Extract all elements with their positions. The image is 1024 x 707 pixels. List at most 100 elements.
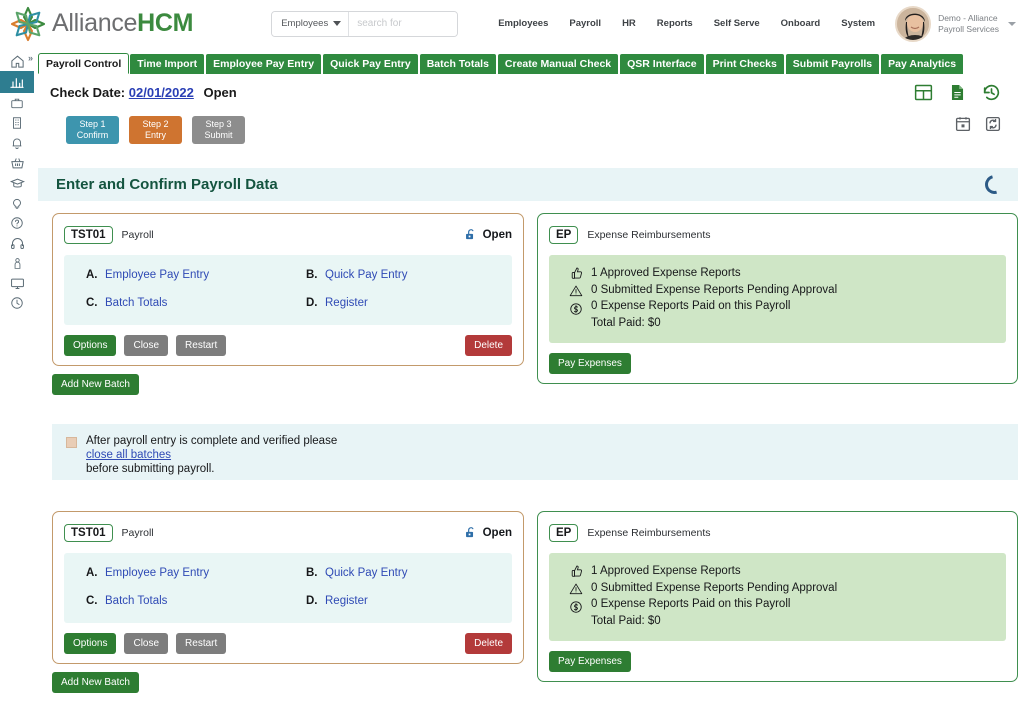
step-2-entry-button[interactable]: Step 2 Entry <box>129 116 182 144</box>
user-menu[interactable]: Demo - Alliance Payroll Services <box>895 5 1016 42</box>
step-3-line1: Step 3 <box>205 119 232 129</box>
link-register[interactable]: Register <box>325 297 368 309</box>
link-batch-totals[interactable]: Batch Totals <box>105 297 167 309</box>
close-all-batches-link[interactable]: close all batches <box>86 449 171 461</box>
tab-submit-payrolls[interactable]: Submit Payrolls <box>784 53 881 74</box>
expense-summary-panel: 1 Approved Expense Reports 0 Submitted E… <box>549 553 1006 641</box>
close-button[interactable]: Close <box>124 633 169 654</box>
nav-item-hr[interactable]: HR <box>622 18 636 29</box>
pay-expenses-button[interactable]: Pay Expenses <box>549 651 631 672</box>
search-scope-select[interactable]: Employees <box>272 11 350 36</box>
expense-card: EP Expense Reimbursements 1 Approved Exp… <box>537 511 1018 682</box>
history-clock-icon[interactable] <box>981 82 1002 103</box>
tab-payroll-control[interactable]: Payroll Control <box>38 53 130 74</box>
link-register[interactable]: Register <box>325 595 368 607</box>
nav-item-self-serve[interactable]: Self Serve <box>714 18 760 29</box>
graduation-cap-icon <box>9 178 25 187</box>
link-quick-pay-entry[interactable]: Quick Pay Entry <box>325 567 407 579</box>
expense-stat-paid: 0 Expense Reports Paid on this Payroll <box>591 598 791 610</box>
link-employee-pay-entry[interactable]: Employee Pay Entry <box>105 269 209 281</box>
expense-code-badge: EP <box>549 524 579 542</box>
expense-stat-approved: 1 Approved Expense Reports <box>591 267 741 279</box>
sidebar-item-time[interactable] <box>0 293 34 313</box>
expense-stat-icons <box>561 563 591 629</box>
add-new-batch-button[interactable]: Add New Batch <box>52 672 139 693</box>
step-1-confirm-button[interactable]: Step 1 Confirm <box>66 116 119 144</box>
payroll-board: TST01 Payroll Open A. Employee Pay Entry… <box>52 213 1018 395</box>
restart-button[interactable]: Restart <box>176 335 227 356</box>
delete-button[interactable]: Delete <box>465 335 512 356</box>
expense-summary-panel: 1 Approved Expense Reports 0 Submitted E… <box>549 255 1006 343</box>
sidebar-item-desktop[interactable] <box>0 273 34 293</box>
status-badge: Open <box>464 228 512 242</box>
nav-item-payroll[interactable]: Payroll <box>569 18 601 29</box>
link-batch-totals[interactable]: Batch Totals <box>105 595 167 607</box>
options-button[interactable]: Options <box>64 633 117 654</box>
close-button[interactable]: Close <box>124 335 169 356</box>
tab-qsr-interface[interactable]: QSR Interface <box>619 53 705 74</box>
tab-pay-analytics[interactable]: Pay Analytics <box>880 53 965 74</box>
analytics-chart-icon <box>10 78 24 88</box>
options-button[interactable]: Options <box>64 335 117 356</box>
tab-print-checks[interactable]: Print Checks <box>704 53 785 74</box>
sidebar-item-support[interactable] <box>0 233 34 253</box>
tab-employee-pay-entry[interactable]: Employee Pay Entry <box>205 53 323 74</box>
link-letter-b: B. <box>306 269 318 281</box>
lightbulb-icon <box>13 198 21 209</box>
payroll-batch-1: TST01 Payroll Open A. Employee Pay Entry… <box>52 213 524 395</box>
restart-button[interactable]: Restart <box>176 633 227 654</box>
nav-item-system[interactable]: System <box>841 18 875 29</box>
tab-batch-totals[interactable]: Batch Totals <box>418 53 497 74</box>
sidebar-item-marketplace[interactable] <box>0 153 34 173</box>
grid-table-icon[interactable] <box>913 82 934 103</box>
search-input[interactable] <box>349 11 458 36</box>
starburst-logo-icon <box>10 6 46 41</box>
delete-button[interactable]: Delete <box>465 633 512 654</box>
add-new-batch-button[interactable]: Add New Batch <box>52 374 139 395</box>
link-letter-a: A. <box>86 567 98 579</box>
step-3-line2: Submit <box>204 130 233 140</box>
pay-expenses-button[interactable]: Pay Expenses <box>549 353 631 374</box>
link-letter-a: A. <box>86 269 98 281</box>
tab-quick-pay-entry[interactable]: Quick Pay Entry <box>322 53 419 74</box>
calendar-icon[interactable] <box>954 115 972 133</box>
header-action-icons-row1 <box>913 82 1002 103</box>
expense-stat-total: Total Paid: $0 <box>591 614 661 627</box>
check-date-label: Check Date: <box>50 85 126 100</box>
section-banner: Enter and Confirm Payroll Data <box>38 168 1018 201</box>
link-item: B. Quick Pay Entry <box>306 269 508 281</box>
header-action-icons-row2 <box>954 115 1002 133</box>
sidebar-item-company[interactable] <box>0 113 34 133</box>
nav-item-onboard[interactable]: Onboard <box>781 18 821 29</box>
sidebar-item-help[interactable] <box>0 213 34 233</box>
refresh-sync-icon[interactable] <box>984 115 1002 133</box>
sidebar-item-briefcase[interactable] <box>0 93 34 113</box>
sidebar-item-notifications[interactable] <box>0 133 34 153</box>
sidebar-item-home[interactable]: » <box>0 51 34 71</box>
link-letter-d: D. <box>306 297 318 309</box>
status-badge-label: Open <box>482 229 512 241</box>
warning-triangle-icon <box>569 285 583 297</box>
nav-item-reports[interactable]: Reports <box>657 18 693 29</box>
home-icon <box>10 55 24 68</box>
question-circle-icon <box>11 217 23 229</box>
sidebar-item-analytics[interactable] <box>0 71 34 93</box>
link-employee-pay-entry[interactable]: Employee Pay Entry <box>105 567 209 579</box>
payroll-links-panel: A. Employee Pay Entry C. Batch Totals B. <box>64 255 512 325</box>
tab-time-import[interactable]: Time Import <box>129 53 206 74</box>
brand-logo[interactable]: AllianceHCM <box>8 4 194 44</box>
page-title: Enter and Confirm Payroll Data <box>56 176 278 193</box>
open-padlock-icon <box>465 527 474 538</box>
sidebar-item-ideas[interactable] <box>0 193 34 213</box>
nav-item-employees[interactable]: Employees <box>498 18 548 29</box>
document-icon[interactable] <box>948 82 967 103</box>
check-date-value[interactable]: 02/01/2022 <box>129 85 194 100</box>
step-3-submit-button[interactable]: Step 3 Submit <box>192 116 245 144</box>
sidebar-item-learning[interactable] <box>0 173 34 193</box>
link-quick-pay-entry[interactable]: Quick Pay Entry <box>325 269 407 281</box>
notice-line1: After payroll entry is complete and veri… <box>86 435 338 447</box>
sidebar-expand-icon[interactable]: » <box>28 53 33 63</box>
headset-icon <box>10 237 24 249</box>
sidebar-item-profile[interactable] <box>0 253 34 273</box>
tab-create-manual-check[interactable]: Create Manual Check <box>496 53 620 74</box>
